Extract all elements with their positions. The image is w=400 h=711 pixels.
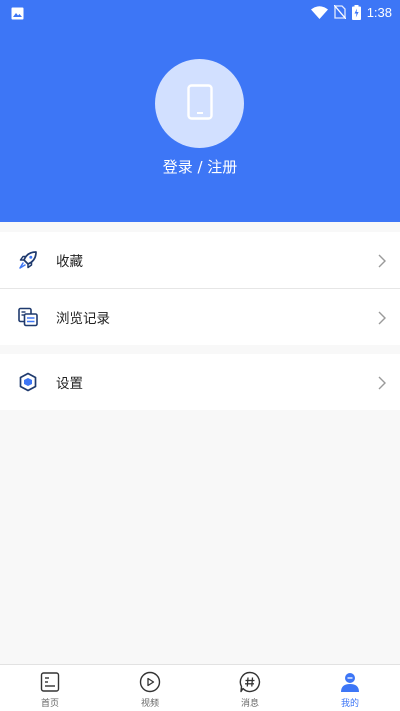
menu-item-settings[interactable]: 设置 <box>0 354 400 410</box>
play-circle-icon <box>139 671 161 693</box>
menu-label-favorites: 收藏 <box>56 254 83 270</box>
menu-item-history[interactable]: 浏览记录 <box>0 288 400 344</box>
nav-label-video: 视频 <box>140 699 159 709</box>
menu-group-primary: 收藏 浏览记录 <box>0 232 400 345</box>
status-bar: 1:38 <box>0 0 400 24</box>
login-register-link[interactable]: 登录 / 注册 <box>0 156 400 177</box>
rocket-icon <box>18 250 38 270</box>
settings-hexagon-icon <box>18 372 38 392</box>
history-icon <box>18 307 38 327</box>
wifi-icon <box>310 5 328 19</box>
nav-item-messages[interactable]: 消息 <box>200 665 300 711</box>
user-icon <box>339 671 361 693</box>
avatar[interactable] <box>155 59 244 148</box>
profile-header: 1:38 登录 / 注册 <box>0 0 400 222</box>
menu-group-settings: 设置 <box>0 354 400 410</box>
status-time: 1:38 <box>366 4 392 20</box>
nav-item-mine[interactable]: 我的 <box>300 665 400 711</box>
nav-label-home: 首页 <box>40 699 59 709</box>
nav-item-home[interactable]: 首页 <box>0 665 100 711</box>
chevron-right-icon <box>378 375 386 394</box>
home-doc-icon <box>39 671 61 693</box>
message-hash-icon <box>239 671 261 693</box>
nav-label-mine: 我的 <box>340 699 359 709</box>
phone-icon <box>186 83 213 124</box>
image-icon <box>11 5 24 24</box>
bottom-nav: 首页 视频 消息 我的 <box>0 664 400 711</box>
battery-charging-icon <box>351 4 361 20</box>
chevron-right-icon <box>378 310 386 329</box>
menu-label-settings: 设置 <box>56 376 83 392</box>
menu-label-history: 浏览记录 <box>56 310 110 327</box>
no-sim-icon <box>333 5 346 19</box>
menu-item-favorites[interactable]: 收藏 <box>0 232 400 288</box>
chevron-right-icon <box>378 253 386 272</box>
nav-label-messages: 消息 <box>240 699 259 709</box>
nav-item-video[interactable]: 视频 <box>100 665 200 711</box>
